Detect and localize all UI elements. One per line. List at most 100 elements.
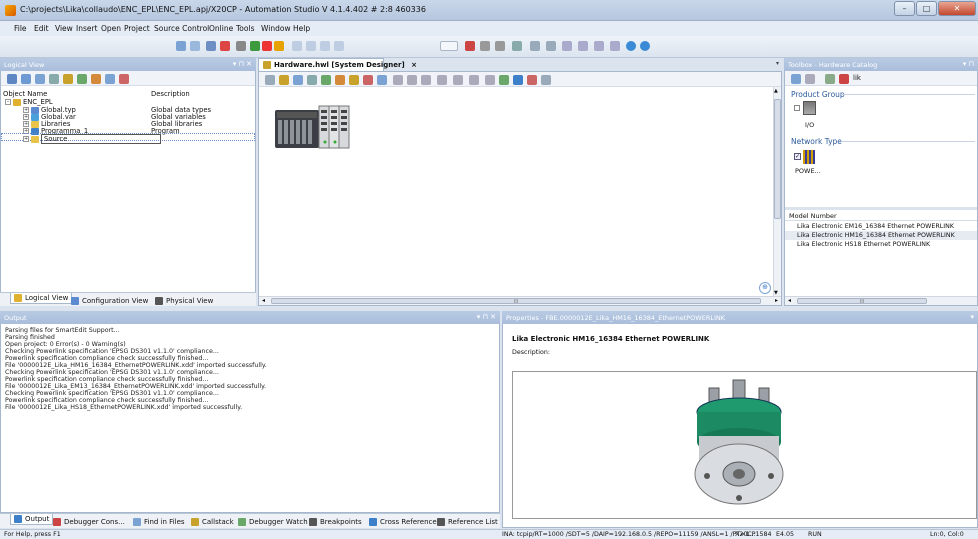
menu-insert[interactable]: Insert [76, 24, 98, 33]
designer-tool-icon[interactable] [469, 75, 479, 85]
find-icon[interactable] [236, 41, 246, 51]
save-icon[interactable] [190, 41, 200, 51]
delete-icon[interactable] [220, 41, 230, 51]
window2-icon[interactable] [306, 41, 316, 51]
designer-tool-icon[interactable] [453, 75, 463, 85]
menu-open[interactable]: Open [101, 24, 121, 33]
tab-cross-reference[interactable]: Cross Reference [366, 517, 440, 527]
tab-hardware-designer[interactable]: Hardware.hwl [System Designer] × [258, 58, 417, 71]
panel-controls-icon[interactable]: ▾ ⊓ ✕ [477, 313, 496, 321]
menu-tools[interactable]: Tools [236, 24, 254, 33]
splitter[interactable] [785, 207, 977, 210]
tab-list-dropdown-icon[interactable]: ▾ [776, 60, 779, 67]
designer-tool-icon[interactable] [321, 75, 331, 85]
designer-tool-icon[interactable] [293, 75, 303, 85]
panel-controls-icon[interactable]: ▾ ⊓ ✕ [233, 60, 252, 68]
scroll-thumb[interactable]: III [271, 298, 761, 305]
expand-icon[interactable]: + [23, 136, 29, 142]
help-icon[interactable] [626, 41, 636, 51]
menu-help[interactable]: Help [293, 24, 310, 33]
model-number-header[interactable]: Model Number [789, 212, 837, 220]
stop-icon[interactable] [262, 41, 272, 51]
catalog-search-input[interactable]: lik [853, 74, 861, 82]
col-object-name[interactable]: Object Name [3, 90, 47, 98]
lv-tool-icon[interactable] [91, 74, 101, 84]
designer-tool-icon[interactable] [541, 75, 551, 85]
scroll-thumb[interactable] [774, 99, 781, 219]
copy-icon[interactable] [206, 41, 216, 51]
menu-window[interactable]: Window [261, 24, 291, 33]
lv-tool-icon[interactable] [21, 74, 31, 84]
plc-hardware-image[interactable] [275, 104, 355, 150]
scroll-left-icon[interactable]: ◂ [788, 297, 791, 304]
designer-tool-icon[interactable] [393, 75, 403, 85]
tab-find-in-files[interactable]: Find in Files [130, 517, 188, 527]
config-dropdown[interactable] [440, 41, 458, 51]
menu-project[interactable]: Project [124, 24, 150, 33]
add-icon[interactable] [594, 41, 604, 51]
lv-tool-icon[interactable] [77, 74, 87, 84]
remove-icon[interactable] [610, 41, 620, 51]
window4-icon[interactable] [334, 41, 344, 51]
designer-tool-icon[interactable] [407, 75, 417, 85]
down-icon[interactable] [578, 41, 588, 51]
trace-icon[interactable] [495, 41, 505, 51]
designer-tool-icon[interactable] [485, 75, 495, 85]
powerlink-checkbox[interactable]: ✓ [794, 153, 801, 160]
designer-tool-icon[interactable] [513, 75, 523, 85]
lv-tool-icon[interactable] [119, 74, 129, 84]
toolbox-hscroll[interactable]: ◂ III [785, 296, 977, 305]
tab-reference-list[interactable]: Reference List [434, 517, 501, 527]
scroll-up-icon[interactable]: ▲ [774, 88, 778, 94]
lv-tool-icon[interactable] [35, 74, 45, 84]
new-icon[interactable] [176, 41, 186, 51]
collapse-icon[interactable]: – [5, 99, 11, 105]
model-item[interactable]: Lika Electronic HM16_16384 Ethernet POWE… [797, 232, 955, 239]
designer-tool-icon[interactable] [349, 75, 359, 85]
tab-debugger-console[interactable]: Debugger Cons... [50, 517, 128, 527]
tab-output[interactable]: Output [10, 514, 54, 525]
lv-tool-icon[interactable] [7, 74, 17, 84]
info-icon[interactable] [640, 41, 650, 51]
status-connection[interactable]: INA: tcpip/RT=1000 /SDT=5 /DAIP=192.168.… [502, 531, 756, 538]
zoom-fit-icon[interactable]: ⊕ [759, 282, 771, 294]
window-icon[interactable] [292, 41, 302, 51]
panel-controls-icon[interactable]: ▾ ⊓ [963, 60, 974, 68]
model-item[interactable]: Lika Electronic EM16_16384 Ethernet POWE… [797, 223, 954, 230]
step-over-icon[interactable] [546, 41, 556, 51]
menu-file[interactable]: File [14, 24, 27, 33]
monitor-icon[interactable] [480, 41, 490, 51]
menu-edit[interactable]: Edit [34, 24, 49, 33]
close-button[interactable]: ✕ [938, 1, 976, 16]
col-description[interactable]: Description [151, 90, 190, 98]
rename-input[interactable]: Source [41, 134, 161, 144]
maximize-button[interactable]: □ [916, 1, 937, 16]
io-checkbox[interactable] [794, 105, 800, 111]
designer-hscroll[interactable]: ◂ III ▸ [259, 296, 781, 305]
panel-controls-icon[interactable]: ▾ [970, 313, 974, 321]
menu-source-control[interactable]: Source Control [154, 24, 209, 33]
filter-icon[interactable] [825, 74, 835, 84]
up-icon[interactable] [562, 41, 572, 51]
model-item[interactable]: Lika Electronic HS18 Ethernet POWERLINK [797, 241, 930, 248]
tab-debugger-watch[interactable]: Debugger Watch [235, 517, 311, 527]
tab-logical-view[interactable]: Logical View [10, 293, 73, 304]
online-icon[interactable] [465, 41, 475, 51]
window3-icon[interactable] [320, 41, 330, 51]
tree-item-source[interactable]: + Source [23, 134, 161, 144]
tab-physical-view[interactable]: Physical View [152, 296, 216, 306]
designer-tool-icon[interactable] [527, 75, 537, 85]
designer-tool-icon[interactable] [363, 75, 373, 85]
catalog-view-icon[interactable] [791, 74, 801, 84]
minimize-button[interactable]: – [894, 1, 915, 16]
clear-filter-icon[interactable] [839, 74, 849, 84]
tab-breakpoints[interactable]: Breakpoints [306, 517, 365, 527]
tab-configuration-view[interactable]: Configuration View [68, 296, 151, 306]
tab-callstack[interactable]: Callstack [188, 517, 237, 527]
transfer-icon[interactable] [250, 41, 260, 51]
designer-vscroll[interactable]: ▲ ▼ [773, 87, 781, 297]
tree-item-enc-epl[interactable]: – ENC_EPL [5, 98, 53, 106]
step-icon[interactable] [530, 41, 540, 51]
designer-tool-icon[interactable] [335, 75, 345, 85]
zoom-icon[interactable] [265, 75, 275, 85]
